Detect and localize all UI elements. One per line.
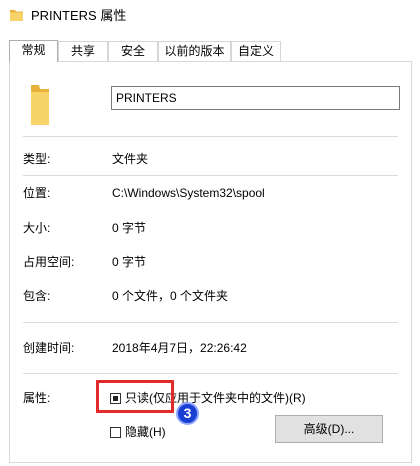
size-on-disk-label: 占用空间:	[23, 255, 75, 269]
separator	[23, 322, 398, 323]
contains-value: 0 个文件，0 个文件夹	[112, 289, 229, 303]
location-value: C:\Windows\System32\spool	[112, 186, 265, 200]
folder-large-icon	[31, 85, 49, 125]
advanced-button[interactable]: 高级(D)...	[275, 415, 383, 443]
hidden-label[interactable]: 隐藏(H)	[125, 424, 166, 440]
attributes-label: 属性:	[23, 391, 51, 405]
tab-security[interactable]: 安全	[108, 41, 158, 61]
separator	[23, 373, 398, 374]
separator	[23, 175, 398, 176]
size-on-disk-value: 0 字节	[112, 255, 147, 269]
step-badge: 3	[176, 402, 199, 425]
tab-general[interactable]: 常规	[9, 40, 58, 62]
size-value: 0 字节	[112, 221, 147, 235]
tab-customize[interactable]: 自定义	[231, 41, 281, 61]
folder-name-input[interactable]: PRINTERS	[111, 86, 400, 110]
location-label: 位置:	[23, 186, 51, 200]
contains-label: 包含:	[23, 289, 51, 303]
created-value: 2018年4月7日，22:26:42	[112, 341, 247, 355]
type-label: 类型:	[23, 152, 51, 166]
tab-previous-versions[interactable]: 以前的版本	[158, 41, 231, 61]
created-label: 创建时间:	[23, 341, 75, 355]
separator	[23, 136, 398, 137]
window-title: PRINTERS 属性	[31, 8, 127, 23]
type-value: 文件夹	[112, 152, 149, 166]
tab-sharing[interactable]: 共享	[58, 41, 108, 61]
title-bar: PRINTERS 属性	[0, 0, 420, 32]
highlight-box	[96, 380, 174, 413]
hidden-checkbox[interactable]	[110, 427, 121, 438]
folder-icon	[10, 10, 23, 21]
size-label: 大小:	[23, 221, 51, 235]
